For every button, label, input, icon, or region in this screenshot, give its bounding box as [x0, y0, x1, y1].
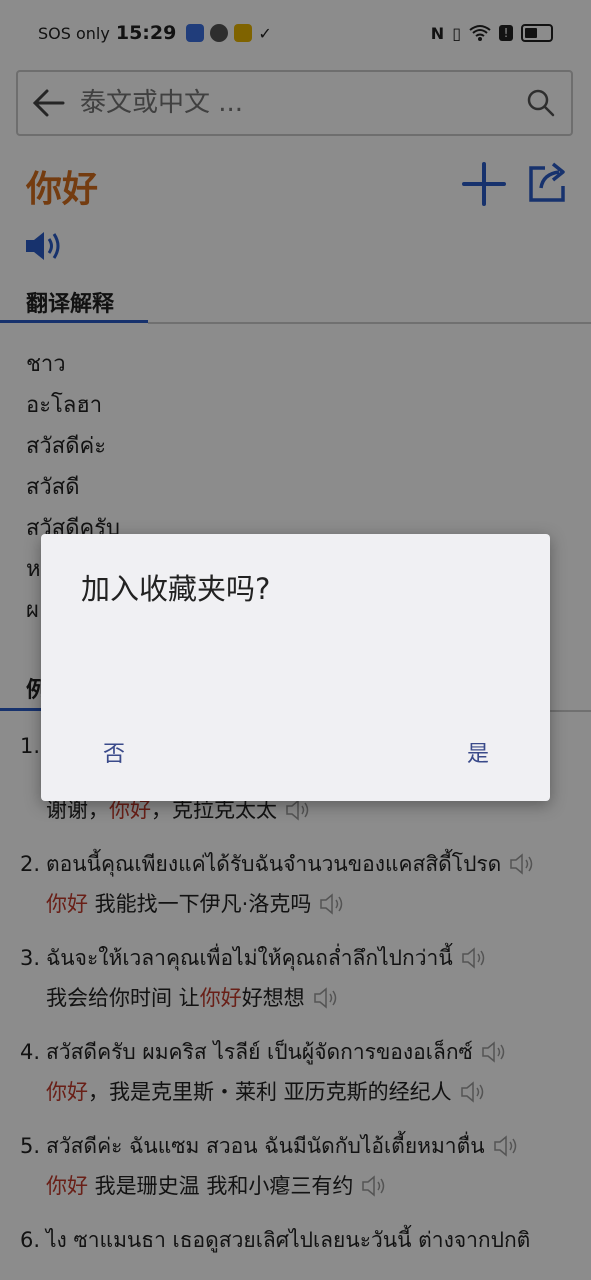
yes-button[interactable]: 是 [467, 736, 489, 768]
add-favorite-dialog: 加入收藏夹吗? 否 是 [41, 534, 550, 801]
dialog-title: 加入收藏夹吗? [81, 572, 271, 606]
no-button[interactable]: 否 [103, 736, 125, 768]
